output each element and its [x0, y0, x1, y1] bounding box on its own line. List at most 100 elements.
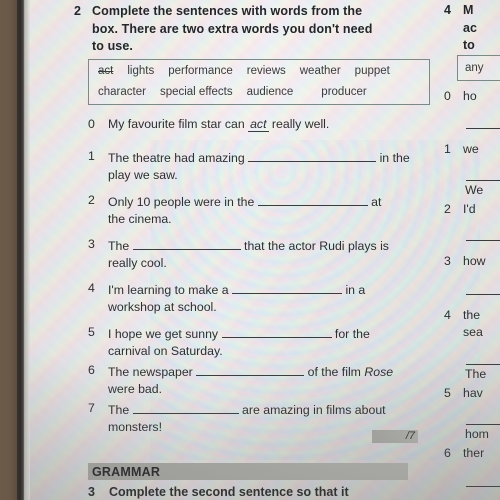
question-text-0: My favourite film star can act really we… [108, 116, 438, 133]
right-question-row-4: 4 the sea [444, 307, 483, 340]
right-question-number-3: 3 [444, 254, 451, 268]
word-bank-item-reviews: reviews [246, 65, 286, 77]
question-1-before: The theatre had amazing [108, 151, 245, 165]
exercise-2-instruction-line-1: Complete the sentences with words from t… [92, 4, 363, 18]
question-row-3: 3 The that the actor Rudi plays is reall… [88, 236, 438, 271]
exercise-4-number: 4 [444, 3, 451, 17]
right-question-4-line-2: sea [463, 324, 483, 339]
right-question-4-line-1: the [463, 308, 481, 322]
right-question-text-0: ho [463, 89, 477, 103]
question-row-0: 0 My favourite film star can act really … [88, 116, 438, 133]
right-question-row-6: 6 ther [444, 445, 484, 462]
right-answer-blank-1[interactable] [466, 180, 500, 181]
question-text-4: I'm learning to make a in a workshop at … [108, 280, 438, 315]
right-question-text-2: I'd [463, 202, 476, 216]
exercise-2-instruction: Complete the sentences with words from t… [92, 3, 372, 56]
right-word-bank-box: any [457, 55, 500, 81]
question-text-2: Only 10 people were in the at the cinema… [108, 192, 438, 227]
question-0-after: really well. [271, 117, 330, 131]
right-question-row-1: 1 we [444, 141, 479, 158]
question-number-5: 5 [88, 325, 95, 339]
word-bank-item-puppet: puppet [354, 65, 390, 77]
question-number-0: 0 [88, 117, 95, 131]
question-1-after: in the [379, 151, 410, 165]
answer-blank-4[interactable] [232, 280, 343, 294]
right-question-text-4: the sea [463, 307, 483, 340]
exercise-3-heading: 3 Complete the second sentence so that i… [88, 484, 349, 500]
question-6-line-2: were bad. [108, 381, 163, 396]
score-box: /7 [372, 430, 418, 443]
right-column-partial: 4 M ac to any 0 ho 1 we We 2 I'd 3 how 4… [444, 0, 500, 500]
right-answer-blank-3[interactable] [466, 294, 500, 295]
question-4-after: in a [345, 283, 366, 297]
right-question-number-6: 6 [444, 446, 451, 460]
exercise-4-instruction: M ac to [463, 2, 477, 55]
question-number-4: 4 [88, 281, 95, 295]
question-3-before: The [108, 239, 130, 253]
right-answer-blank-6[interactable] [466, 486, 500, 487]
word-bank-item-audience: audience [246, 86, 294, 98]
question-text-5: I hope we get sunny for the carnival on … [108, 324, 438, 359]
question-7-before: The [108, 403, 130, 417]
exercise-2-number: 2 [74, 4, 81, 18]
right-question-number-4: 4 [444, 308, 451, 322]
question-0-before: My favourite film star can [108, 117, 245, 131]
question-5-after: for the [334, 327, 370, 341]
right-question-text-6: ther [463, 446, 485, 460]
right-word-bank-item-any: any [465, 62, 484, 74]
right-answer-blank-5[interactable] [466, 424, 500, 425]
right-question-number-5: 5 [444, 386, 451, 400]
question-2-before: Only 10 people were in the [108, 195, 255, 209]
question-2-after: at [371, 195, 382, 209]
question-2-line-2: the cinema. [108, 211, 172, 226]
question-4-before: I'm learning to make a [108, 283, 229, 297]
question-5-line-2: carnival on Saturday. [108, 343, 223, 358]
answer-blank-7[interactable] [132, 400, 239, 414]
right-question-number-2: 2 [444, 202, 451, 216]
question-text-3: The that the actor Rudi plays is really … [108, 236, 438, 271]
exercise-4-instruction-line-2: ac [463, 20, 477, 35]
question-number-1: 1 [88, 149, 95, 163]
question-6-before: The newspaper [108, 365, 193, 379]
word-bank-item-act: act [98, 65, 114, 77]
question-5-before: I hope we get sunny [108, 327, 219, 341]
exercise-4-heading: 4 M ac to [444, 2, 477, 55]
right-question-row-2: 2 I'd [444, 201, 476, 218]
word-bank-item-weather: weather [299, 65, 341, 77]
question-row-2: 2 Only 10 people were in the at the cine… [88, 192, 438, 227]
right-answer-blank-4[interactable] [466, 364, 500, 365]
exercise-3-instruction: Complete the second sentence so that it [109, 485, 349, 499]
question-3-after: that the actor Rudi plays is [244, 239, 389, 253]
exercise-2-heading: 2 Complete the sentences with words from… [74, 3, 424, 56]
right-answer-blank-0[interactable] [466, 128, 500, 129]
exercise-4-instruction-line-3: to [463, 38, 475, 52]
right-question-text-1: we [463, 142, 479, 156]
question-number-7: 7 [88, 401, 95, 415]
question-row-1: 1 The theatre had amazing in the play we… [88, 148, 438, 183]
answer-blank-2[interactable] [257, 192, 368, 206]
grammar-section-header: GRAMMAR [92, 465, 161, 479]
question-0-answer: act [248, 117, 269, 132]
exercise-2-instruction-line-2: box. There are two extra words you don't… [92, 21, 373, 36]
question-6-film-title: Rose [364, 365, 394, 379]
photo-of-textbook-page: 2 Complete the sentences with words from… [0, 0, 500, 500]
answer-blank-6[interactable] [196, 362, 305, 376]
answer-blank-1[interactable] [248, 148, 377, 162]
question-row-4: 4 I'm learning to make a in a workshop a… [88, 280, 438, 315]
word-bank-row-2: character special effects audience produ… [89, 82, 429, 103]
page-edge-highlight [24, 0, 30, 500]
question-number-6: 6 [88, 363, 95, 377]
question-1-line-2: play we saw. [108, 167, 178, 182]
word-bank-item-lights: lights [127, 65, 155, 77]
answer-blank-5[interactable] [221, 324, 332, 338]
question-4-line-2: workshop at school. [108, 299, 217, 314]
question-text-1: The theatre had amazing in the play we s… [108, 148, 438, 183]
word-bank-box: act lights performance reviews weather p… [88, 59, 430, 105]
word-bank-item-character: character [98, 86, 146, 98]
right-answer-blank-2[interactable] [466, 240, 500, 241]
answer-blank-3[interactable] [132, 236, 241, 250]
right-question-row-3: 3 how [444, 253, 486, 270]
question-row-5: 5 I hope we get sunny for the carnival o… [88, 324, 438, 359]
right-continuation-1: The [465, 367, 487, 381]
exercise-2-instruction-line-3: to use. [92, 39, 133, 53]
